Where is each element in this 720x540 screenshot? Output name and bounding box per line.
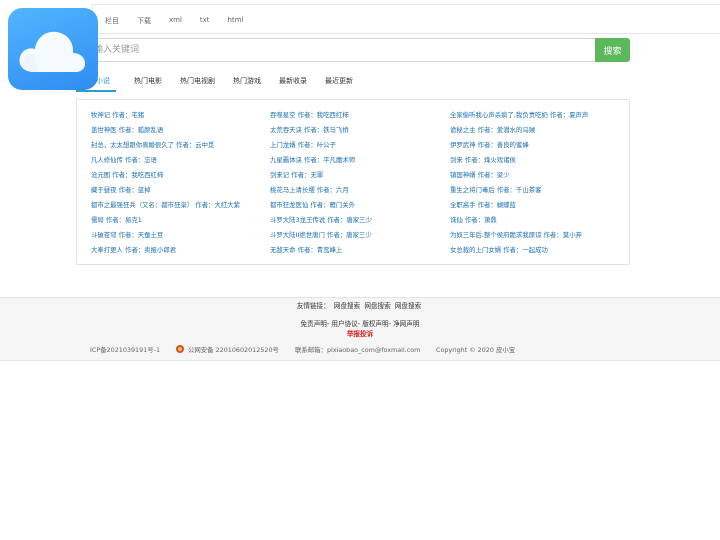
book-link[interactable]: 诛仙 作者：萧鼎 [450,215,588,230]
book-link[interactable]: 女总裁的上门女婿 作者：一起成功 [450,245,588,260]
book-link[interactable]: 全职高手 作者：蝴蝶蓝 [450,200,588,215]
book-link[interactable]: 镇国神婿 作者：梁少 [450,170,588,185]
book-link[interactable]: 斗破苍穹 作者：天蚕土豆 [91,230,240,245]
friend-links: 友情链接： 网盘搜索 网盘搜索 网盘搜索 [0,300,720,310]
book-link[interactable]: 凡人修仙传 作者：忘语 [91,155,240,170]
site-logo[interactable] [8,8,98,90]
book-link[interactable]: 重生之将门毒后 作者：千山茶客 [450,185,588,200]
footer: 友情链接： 网盘搜索 网盘搜索 网盘搜索 免责声明- 用户协议- 版权声明- 净… [0,297,720,361]
book-column-1: 牧神记 作者：宅猪 盖世神医 作者：狐颜乱语 封总，太太想跟你离婚很久了 作者：… [91,110,240,260]
nav-item-html[interactable]: html [228,16,244,26]
contact-email: 联系邮箱：pixiaobao_com@foxmail.com [295,346,421,354]
book-link[interactable]: 无敌天命 作者：青鸾峰上 [270,245,372,260]
tab-recently-updated[interactable]: 最近更新 [325,72,353,92]
tab-hot-tv[interactable]: 热门电视剧 [180,72,215,92]
book-link[interactable]: 盖世神医 作者：狐颜乱语 [91,125,240,140]
book-column-2: 吞噬星空 作者：我吃西红柿 太荒吞天诀 作者：铁马飞桥 上门龙婿 作者：叶公子 … [270,110,372,260]
book-link[interactable]: 吞噬星空 作者：我吃西红柿 [270,110,372,125]
book-link[interactable]: 剑来记 作者：无罪 [270,170,372,185]
book-link[interactable]: 牧神记 作者：宅猪 [91,110,240,125]
policy-links[interactable]: 免责声明- 用户协议- 版权声明- 净网声明 [0,318,720,328]
nav-item-txt[interactable]: txt [200,16,210,26]
book-link[interactable]: 封总，太太想跟你离婚很久了 作者：云中觅 [91,140,240,155]
nav-item-xml[interactable]: xml [169,16,182,26]
book-link[interactable]: 诡秘之主 作者：爱潜水的乌贼 [450,125,588,140]
book-link[interactable]: 儒局 作者：易克1 [91,215,240,230]
book-link[interactable]: 全家偷听我心声杀疯了,我负责吃奶 作者：夏声声 [450,110,588,125]
friend-link[interactable]: 网盘搜索 [364,302,390,310]
nav-item-download[interactable]: 下载 [137,16,151,26]
police-badge-icon [176,345,184,353]
top-nav: 栏目 下载 xml txt html [105,16,262,26]
book-link[interactable]: 上门龙婿 作者：叶公子 [270,140,372,155]
book-link[interactable]: 剑来 作者：烽火戏诸侯 [450,155,588,170]
book-link[interactable]: 太荒吞天诀 作者：铁马飞桥 [270,125,372,140]
tab-hot-movies[interactable]: 热门电影 [134,72,162,92]
book-link[interactable]: 都市狂龙医仙 作者：雁门关外 [270,200,372,215]
book-link[interactable]: 九星霸体诀 作者：平凡魔术师 [270,155,372,170]
search-button[interactable]: 搜索 [595,38,630,62]
tab-latest-added[interactable]: 最新收录 [279,72,307,92]
book-link[interactable]: 斗罗大陆II绝世唐门 作者：唐家三少 [270,230,372,245]
book-link[interactable]: 大奉打更人 作者：卖报小郎君 [91,245,240,260]
book-list: 牧神记 作者：宅猪 盖世神医 作者：狐颜乱语 封总，太太想跟你离婚很久了 作者：… [76,99,630,265]
friend-link[interactable]: 网盘搜索 [395,302,421,310]
book-link[interactable]: 伊罗武神 作者：善良的蜜蜂 [450,140,588,155]
book-column-3: 全家偷听我心声杀疯了,我负责吃奶 作者：夏声声 诡秘之主 作者：爱潜水的乌贼 伊… [450,110,588,260]
search-input[interactable] [76,38,596,62]
tab-hot-games[interactable]: 热门游戏 [233,72,261,92]
book-link[interactable]: 斗罗大陆3龙王传说 作者：唐家三少 [270,215,372,230]
search-bar: 搜索 [76,38,630,62]
book-link[interactable]: 桃花马上请长缨 作者：六月 [270,185,372,200]
police-record[interactable]: 公网安备 22010602012520号 [176,345,279,354]
book-link[interactable]: 为奴三年后,整个侯府跪求我原谅 作者：莫小弃 [450,230,588,245]
copyright: Copyright © 2020 皮小宝 [436,346,516,354]
police-record-text: 公网安备 22010602012520号 [188,346,279,354]
friend-link[interactable]: 网盘搜索 [334,302,360,310]
category-tabs: 热门小说 热门电影 热门电视剧 热门游戏 最新收录 最近更新 [76,72,371,92]
book-link[interactable]: 都市之最强狂兵（又名：都市狂枭） 作者：大红大紫 [91,200,240,215]
nav-item-column[interactable]: 栏目 [105,16,119,26]
top-bar: 栏目 下载 xml txt html [92,4,720,34]
friend-links-label: 友情链接： [296,302,330,310]
report-link[interactable]: 举报投诉 [0,328,720,338]
book-link[interactable]: 沧元图 作者：我吃西红柿 [91,170,240,185]
icp-number[interactable]: ICP备2021039191号-1 [90,345,160,354]
book-link[interactable]: 藏于昼夜 作者：蓝掉 [91,185,240,200]
cloud-icon [19,31,86,73]
